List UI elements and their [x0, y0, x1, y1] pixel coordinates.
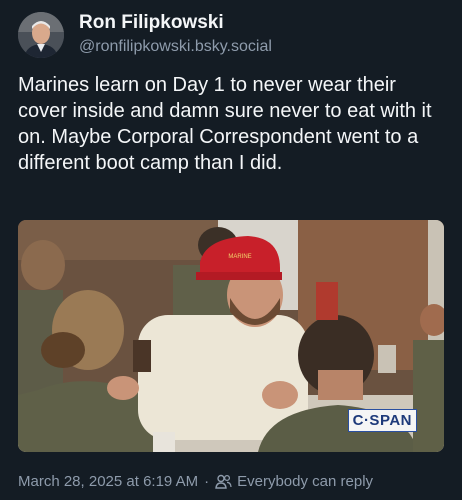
- post-text: Marines learn on Day 1 to never wear the…: [18, 74, 432, 174]
- reply-setting[interactable]: Everybody can reply: [237, 473, 373, 490]
- people-icon: [215, 474, 232, 489]
- footer-separator: ·: [204, 473, 210, 490]
- timestamp[interactable]: March 28, 2025 at 6:19 AM: [18, 473, 198, 490]
- author-name[interactable]: Ron Filipkowski: [79, 12, 224, 34]
- avatar-image: [18, 12, 64, 58]
- post-card: Ron Filipkowski @ronfilipkowski.bsky.soc…: [0, 0, 462, 500]
- avatar[interactable]: [18, 12, 64, 58]
- post-footer: March 28, 2025 at 6:19 AM · Everybody ca…: [18, 473, 373, 490]
- cspan-badge: C·SPAN: [347, 409, 417, 432]
- author-handle[interactable]: @ronfilipkowski.bsky.social: [79, 38, 272, 56]
- post-image[interactable]: MARINE C·SPAN: [18, 220, 444, 452]
- hat-text: MARINE: [228, 254, 251, 260]
